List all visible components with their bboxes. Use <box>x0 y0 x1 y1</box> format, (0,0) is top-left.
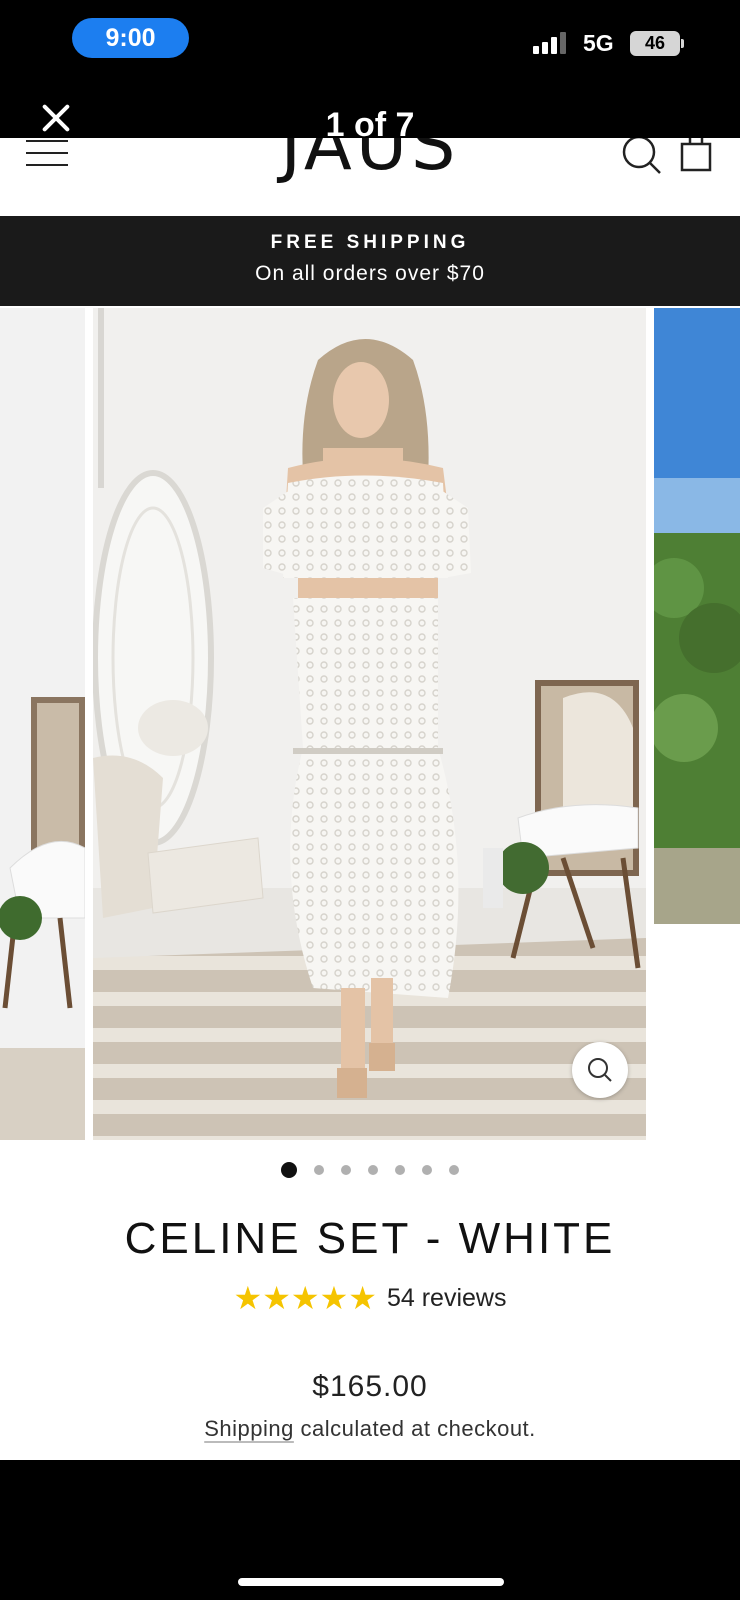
product-title: CELINE SET - WHITE <box>124 1214 616 1263</box>
carousel-slide-next[interactable] <box>654 308 740 924</box>
product-price: $165.00 <box>312 1370 428 1403</box>
image-counter: 1 of 7 <box>325 106 415 144</box>
star-icon: ★ <box>348 1280 377 1316</box>
carousel-dot[interactable] <box>314 1165 324 1175</box>
next-slide-image <box>654 308 740 924</box>
carousel-slide-previous[interactable] <box>0 308 85 1140</box>
star-icon: ★ <box>290 1280 320 1316</box>
promo-subtitle: On all orders over $70 <box>255 262 485 285</box>
hamburger-menu-icon[interactable] <box>26 140 68 170</box>
home-indicator[interactable] <box>238 1578 504 1586</box>
reviews-count[interactable]: 54 reviews <box>387 1284 507 1313</box>
shipping-note-text: calculated at checkout. <box>293 1416 536 1441</box>
carousel-dot[interactable] <box>368 1165 378 1175</box>
product-photo <box>93 308 646 1140</box>
network-type: 5G <box>583 30 614 56</box>
status-bar: 9:00 5G 46 <box>0 0 740 80</box>
star-icon: ★ <box>262 1280 291 1316</box>
shopping-bag-icon[interactable] <box>676 138 716 176</box>
carousel-dot[interactable] <box>341 1165 351 1175</box>
carousel-dot[interactable] <box>281 1162 297 1178</box>
product-rating[interactable]: ★★★★★ 54 reviews <box>0 1282 740 1314</box>
shipping-note: Shipping calculated at checkout. <box>0 1416 740 1442</box>
close-icon[interactable] <box>38 100 74 136</box>
status-time: 9:00 <box>72 18 189 58</box>
promo-title: FREE SHIPPING <box>270 232 470 253</box>
star-icon: ★ <box>233 1280 263 1316</box>
free-shipping-banner: FREE SHIPPING On all orders over $70 <box>0 216 740 306</box>
star-icon: ★ <box>319 1280 349 1316</box>
zoom-button[interactable] <box>572 1042 628 1098</box>
rating-stars: ★★★★★ <box>234 1282 377 1314</box>
magnifier-icon <box>588 1058 612 1082</box>
product-image-carousel[interactable] <box>0 308 740 1140</box>
carousel-dot[interactable] <box>395 1165 405 1175</box>
carousel-slide-current[interactable] <box>93 308 646 1140</box>
previous-slide-image <box>0 308 85 1140</box>
battery-tip <box>681 39 684 48</box>
battery-icon: 46 <box>630 31 680 56</box>
carousel-pagination <box>0 1162 740 1178</box>
carousel-dot[interactable] <box>422 1165 432 1175</box>
shipping-link[interactable]: Shipping <box>204 1416 294 1441</box>
cellular-signal-icon <box>533 32 573 54</box>
search-icon[interactable] <box>622 138 662 176</box>
carousel-dot[interactable] <box>449 1165 459 1175</box>
